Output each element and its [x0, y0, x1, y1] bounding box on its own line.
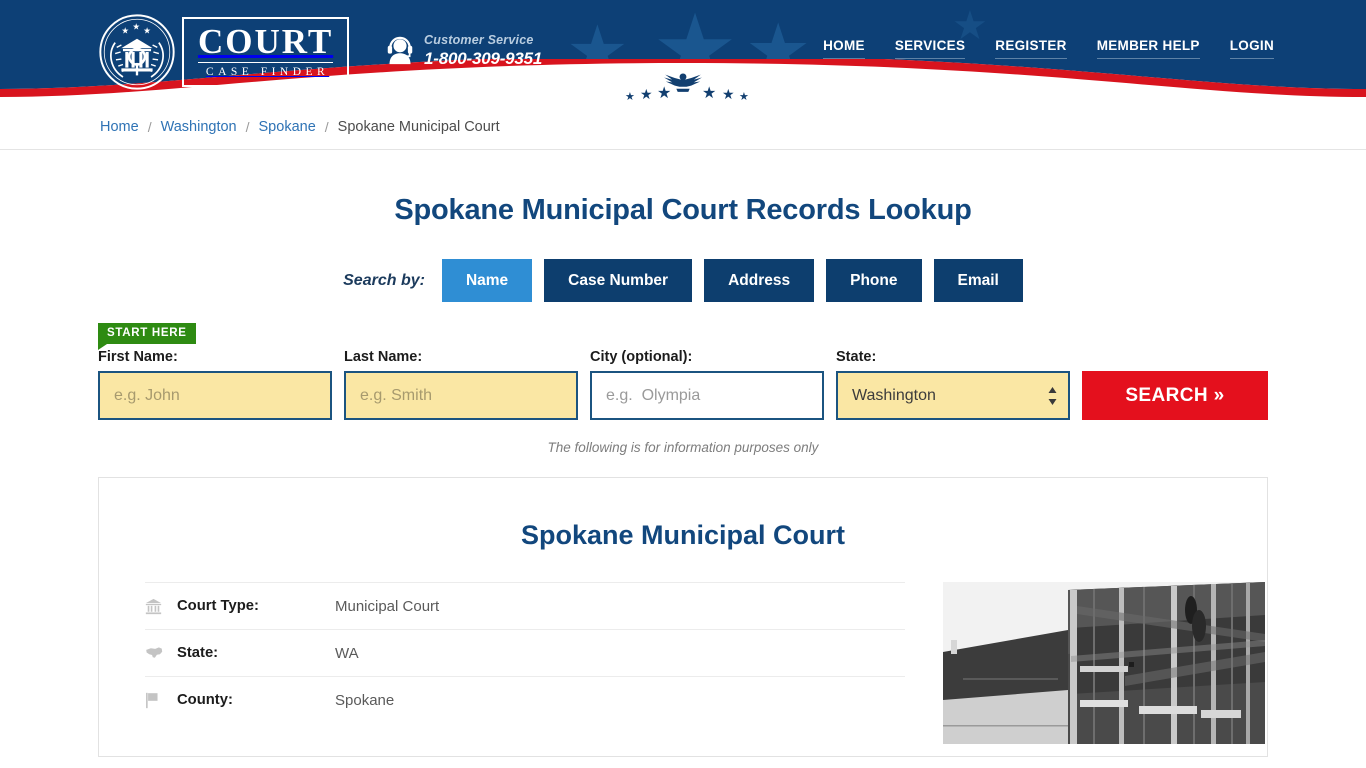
customer-service-phone: 1-800-309-9351 [424, 48, 543, 68]
state-label: State: [836, 349, 877, 365]
flag-icon [145, 692, 177, 709]
tab-case-number[interactable]: Case Number [544, 259, 693, 302]
detail-label-state: State: [177, 645, 219, 661]
city-field-group: City (optional): [590, 349, 824, 420]
first-name-field-group: First Name: [98, 349, 332, 420]
courthouse-building-photo [943, 582, 1265, 744]
breadcrumb-item-washington[interactable]: Washington [161, 119, 237, 135]
city-input[interactable] [590, 371, 824, 420]
nav-item-member-help[interactable]: MEMBER HELP [1096, 38, 1200, 59]
last-name-input[interactable] [344, 371, 578, 420]
start-here-badge: START HERE [98, 323, 196, 350]
city-label: City (optional): [590, 349, 693, 365]
tab-name[interactable]: Name [441, 259, 533, 302]
court-info-card: Spokane Municipal Court Court Type: Muni… [98, 477, 1268, 757]
breadcrumb-separator: / [245, 119, 250, 135]
court-name-title: Spokane Municipal Court [520, 520, 846, 550]
breadcrumb-separator: / [147, 119, 152, 135]
breadcrumb-item-home[interactable]: Home [100, 119, 139, 135]
customer-service-label: Customer Service [424, 33, 534, 47]
svg-text:★: ★ [657, 83, 671, 102]
svg-text:★: ★ [121, 26, 129, 36]
table-row: State: WA [145, 629, 905, 676]
nav-item-services[interactable]: SERVICES [894, 38, 966, 59]
tab-phone[interactable]: Phone [826, 259, 922, 302]
nav-item-register[interactable]: REGISTER [995, 38, 1067, 59]
svg-text:★: ★ [722, 87, 735, 103]
search-by-label: Search by: [343, 271, 425, 289]
courthouse-seal-icon: ★ ★ ★ [99, 14, 175, 90]
search-by-tabs: Search by: Name Case Number Address Phon… [0, 259, 1366, 302]
table-row: County: Spokane [145, 676, 905, 723]
tab-address[interactable]: Address [704, 259, 815, 302]
last-name-field-group: Last Name: [344, 349, 578, 420]
logo-textbox: COURT CASE FINDER [182, 17, 350, 87]
detail-label-court-type: Court Type: [177, 598, 259, 614]
bank-building-icon [145, 598, 177, 615]
headset-agent-icon [387, 36, 413, 65]
state-field-group: State: Washington [836, 349, 1070, 420]
site-logo[interactable]: ★ ★ ★ COURT CASE FINDER [98, 11, 350, 93]
court-detail-table: Court Type: Municipal Court State: WA Co… [145, 582, 905, 744]
detail-value-state: WA [335, 644, 359, 662]
first-name-label: First Name: [98, 349, 178, 365]
court-info-body: Court Type: Municipal Court State: WA Co… [99, 551, 1267, 744]
svg-text:★: ★ [132, 22, 140, 32]
svg-text:★: ★ [625, 90, 635, 103]
us-map-icon [145, 646, 177, 660]
svg-text:★: ★ [143, 26, 151, 36]
primary-navigation: HOME SERVICES REGISTER MEMBER HELP LOGIN [823, 38, 1274, 59]
customer-service-block[interactable]: Customer Service 1-800-309-9351 [386, 33, 542, 69]
detail-value-court-type: Municipal Court [335, 597, 440, 615]
detail-label-county: County: [177, 692, 233, 708]
nav-item-login[interactable]: LOGIN [1229, 38, 1274, 59]
form-disclaimer: The following is for information purpose… [547, 440, 819, 455]
detail-value-county: Spokane [335, 691, 395, 709]
first-name-input[interactable] [98, 371, 332, 420]
breadcrumb-item-spokane[interactable]: Spokane [259, 119, 316, 135]
state-select[interactable]: Washington [836, 371, 1070, 420]
search-fields-row: First Name: Last Name: City (optional): … [98, 323, 1268, 420]
search-button[interactable]: SEARCH » [1082, 371, 1268, 420]
svg-text:★: ★ [640, 87, 653, 103]
breadcrumb: Home / Washington / Spokane / Spokane Mu… [0, 105, 1366, 150]
site-header: ★ ★ ★ ★ ★ ★ ★ ★ ★ ★ ★ ★ ★ COURT CASE FIN… [0, 0, 1366, 105]
breadcrumb-separator: / [324, 119, 329, 135]
logo-main-text: COURT [198, 22, 334, 64]
last-name-label: Last Name: [344, 349, 423, 365]
customer-service-text: Customer Service 1-800-309-9351 [424, 33, 542, 69]
nav-item-home[interactable]: HOME [823, 38, 865, 59]
table-row: Court Type: Municipal Court [145, 582, 905, 629]
logo-sub-text: CASE FINDER [205, 66, 330, 79]
breadcrumb-item-current: Spokane Municipal Court [337, 119, 500, 135]
svg-text:★: ★ [702, 83, 716, 102]
svg-text:★: ★ [739, 90, 749, 103]
search-form: START HERE First Name: Last Name: City (… [0, 323, 1366, 420]
tab-email[interactable]: Email [933, 259, 1023, 302]
page-title: Spokane Municipal Court Records Lookup [394, 194, 972, 226]
